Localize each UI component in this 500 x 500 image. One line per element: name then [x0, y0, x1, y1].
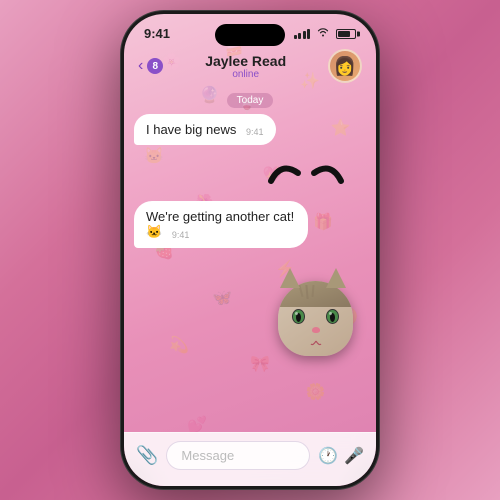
unread-badge: 8 [147, 58, 163, 74]
battery-fill [338, 31, 350, 37]
cat-eye-right [326, 309, 339, 324]
message-bubble-incoming-1[interactable]: I have big news 9:41 [134, 114, 276, 145]
cat-face [278, 281, 353, 356]
message-input[interactable]: Message [166, 441, 310, 470]
cat-sticker [134, 256, 366, 356]
date-label: Today [227, 93, 274, 108]
back-chevron-icon: ‹ [138, 57, 143, 75]
contact-status: online [205, 69, 286, 80]
cat-eye-left [292, 309, 305, 324]
message-row-1: I have big news 9:41 [134, 114, 366, 145]
nav-bar: ‹ 8 Jaylee Read online 👩 [124, 45, 376, 89]
battery-icon [336, 29, 356, 39]
avatar-emoji: 👩 [334, 56, 356, 77]
message-row-2: We're getting another cat! 🐱 9:41 [134, 201, 366, 248]
signal-bar-3 [303, 31, 306, 39]
mic-icon[interactable]: 🎤 [344, 446, 364, 466]
message-time-2: 9:41 [172, 230, 190, 240]
phone-screen: 🌸 ✨ 🍷 ⭐ 🐱 💖 🌺 🎁 🍓 ⚡ 🦋 🌙 💫 🎀 🌼 🍰 💕 🔮 9:41 [124, 14, 376, 486]
message-text-1: I have big news [146, 122, 236, 137]
nav-center: Jaylee Read online [205, 53, 286, 80]
signal-bar-2 [298, 33, 301, 39]
messages-area: I have big news 9:41 We're getting anoth… [124, 114, 376, 356]
nav-back-button[interactable]: ‹ 8 [138, 57, 163, 75]
cat-mouth [310, 333, 322, 339]
eyebrows-svg [266, 153, 346, 193]
cat-ear-left [280, 268, 300, 288]
dynamic-island [215, 24, 285, 46]
message-placeholder: Message [181, 448, 234, 463]
status-time: 9:41 [144, 26, 170, 41]
signal-bar-4 [307, 29, 310, 39]
attach-icon[interactable]: 📎 [136, 445, 158, 466]
status-icons [294, 27, 357, 40]
avatar[interactable]: 👩 [328, 49, 362, 83]
input-bar: 📎 Message 🕐 🎤 [124, 432, 376, 486]
eyebrows-sticker [134, 153, 366, 193]
contact-name: Jaylee Read [205, 53, 286, 69]
signal-bar-1 [294, 35, 297, 39]
phone-frame: 🌸 ✨ 🍷 ⭐ 🐱 💖 🌺 🎁 🍓 ⚡ 🦋 🌙 💫 🎀 🌼 🍰 💕 🔮 9:41 [120, 10, 380, 490]
cat-ear-right [326, 268, 346, 288]
date-badge: Today [124, 93, 376, 108]
clock-icon[interactable]: 🕐 [318, 446, 338, 466]
message-text-2: We're getting another cat! 🐱 [146, 209, 294, 239]
wifi-icon [316, 27, 330, 40]
message-bubble-incoming-2[interactable]: We're getting another cat! 🐱 9:41 [134, 201, 308, 248]
signal-icon [294, 29, 311, 39]
message-time-1: 9:41 [246, 127, 264, 137]
input-action-icons: 🕐 🎤 [318, 446, 364, 466]
